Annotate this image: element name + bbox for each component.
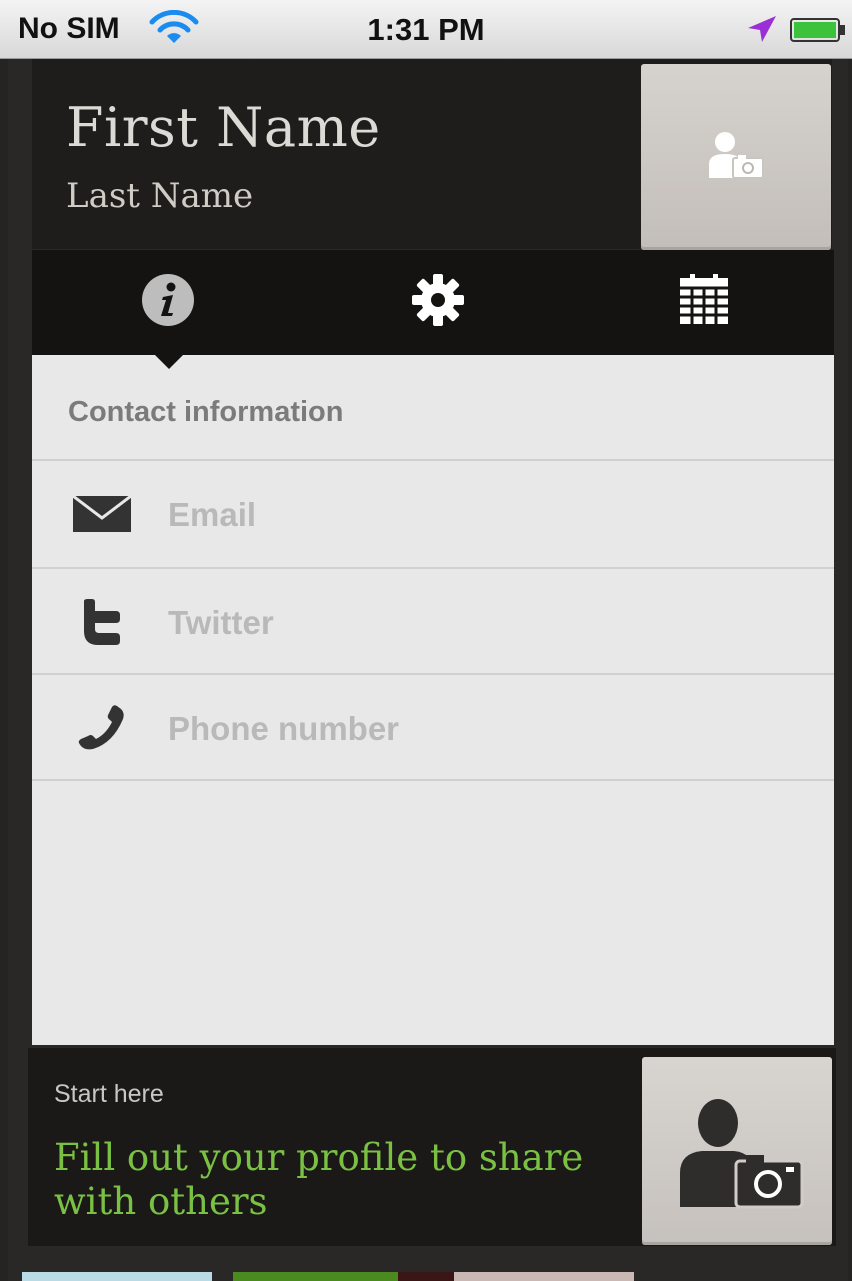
tab-settings[interactable] — [378, 250, 498, 355]
email-row[interactable] — [32, 459, 834, 569]
twitter-row[interactable] — [32, 567, 834, 677]
list-divider — [32, 779, 834, 781]
person-camera-icon — [705, 130, 767, 185]
twitter-icon — [72, 597, 132, 647]
gear-icon — [410, 272, 466, 333]
phone-field[interactable] — [166, 675, 790, 783]
last-name[interactable]: Last Name — [66, 176, 253, 216]
phone-row[interactable] — [32, 673, 834, 783]
status-bar: No SIM 1:31 PM — [0, 0, 852, 59]
envelope-icon — [72, 489, 132, 539]
calendar-icon — [678, 274, 730, 331]
tab-bar — [32, 250, 834, 355]
phone-icon — [72, 703, 132, 753]
tab-info[interactable] — [108, 250, 228, 355]
footer-kicker: Start here — [54, 1080, 164, 1108]
battery-icon — [790, 18, 846, 47]
thumbnail[interactable] — [454, 1272, 634, 1281]
footer-message: Fill out your profile to share with othe… — [54, 1136, 584, 1223]
tab-calendar[interactable] — [644, 250, 764, 355]
section-title: Contact information — [68, 396, 344, 428]
first-name[interactable]: First Name — [66, 96, 381, 159]
thumbnail[interactable] — [233, 1272, 398, 1281]
location-arrow-icon — [746, 14, 778, 49]
person-camera-icon — [678, 1097, 804, 1214]
thumbnail[interactable] — [22, 1272, 212, 1281]
email-field[interactable] — [166, 461, 790, 569]
twitter-field[interactable] — [166, 569, 790, 677]
selected-tab-pointer — [155, 355, 183, 369]
profile-photo-button[interactable] — [641, 64, 831, 250]
add-photo-button[interactable] — [642, 1057, 832, 1245]
info-icon — [141, 273, 195, 332]
thumbnail[interactable] — [398, 1272, 454, 1281]
clock: 1:31 PM — [367, 12, 485, 47]
